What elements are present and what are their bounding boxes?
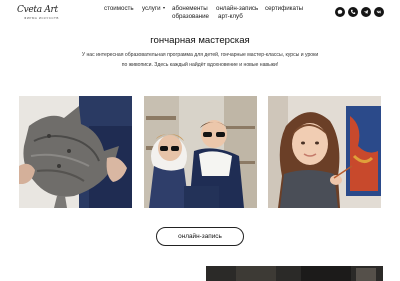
page-description: У нас интересная образовательная програм…	[81, 52, 319, 68]
vk-icon[interactable]	[374, 7, 384, 17]
logo[interactable]: Cveta Art ФИРМА ИСКУССТВ	[17, 5, 75, 22]
nav-online-booking[interactable]: онлайн-запись	[216, 5, 258, 12]
kids-in-sunglasses-photo	[144, 96, 257, 208]
logo-script: Cveta Art	[17, 5, 58, 15]
nav-services-label: услуги	[142, 5, 161, 12]
nav-certificates[interactable]: сертификаты	[265, 5, 303, 12]
bottom-gallery-photo	[206, 266, 383, 281]
ceramic-fish-photo	[19, 96, 132, 208]
online-booking-button[interactable]: онлайн-запись	[156, 227, 244, 246]
phone-icon[interactable]	[348, 7, 358, 17]
nav-subscriptions[interactable]: абонементы	[172, 5, 208, 12]
page-title: гончарная мастерская	[150, 35, 250, 46]
nav-education[interactable]: образование	[172, 13, 209, 20]
girl-painting-photo	[268, 96, 381, 208]
nav-pricing[interactable]: стоимость	[104, 5, 134, 12]
vk-messenger-icon[interactable]	[335, 7, 345, 17]
nav-services[interactable]: услуги	[142, 5, 165, 12]
chevron-down-icon	[162, 7, 165, 10]
telegram-icon[interactable]	[361, 7, 371, 17]
nav-art-club[interactable]: арт-клуб	[218, 13, 243, 20]
logo-tagline: ФИРМА ИСКУССТВ	[24, 16, 59, 20]
